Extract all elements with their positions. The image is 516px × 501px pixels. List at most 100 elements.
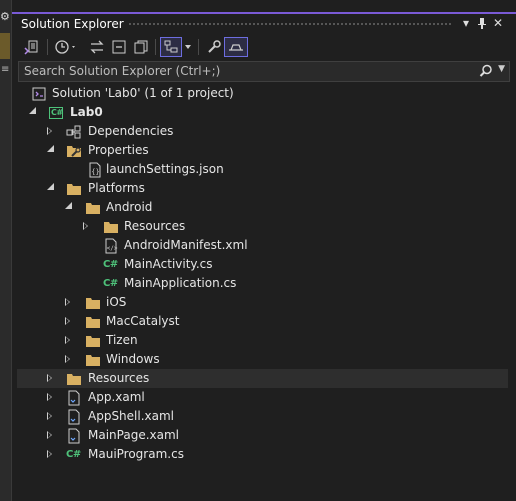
ios-label: iOS (106, 295, 127, 309)
collapsed-chevron-icon[interactable] (65, 317, 70, 325)
search-input[interactable]: Search Solution Explorer (Ctrl+;) (24, 64, 220, 78)
collapsed-chevron-icon[interactable] (65, 336, 70, 344)
tree-row-mainpage-xaml[interactable]: MainPage.xaml (17, 426, 508, 445)
tree-row-mainactivity[interactable]: C# MainActivity.cs (17, 255, 508, 274)
tree-row-maccatalyst[interactable]: MacCatalyst (17, 312, 508, 331)
toolbar-separator (47, 39, 48, 55)
platforms-label: Platforms (88, 181, 145, 195)
close-icon[interactable]: ✕ (490, 15, 506, 32)
panel-title: Solution Explorer (21, 17, 124, 31)
collapsed-chevron-icon[interactable] (47, 374, 52, 382)
tree-row-launchsettings[interactable]: {} launchSettings.json (17, 160, 508, 179)
tree-row-platforms[interactable]: Platforms (17, 179, 508, 198)
xml-file-icon: </> (103, 238, 119, 254)
tree-row-android-resources[interactable]: Resources (17, 217, 508, 236)
tree-row-app-xaml[interactable]: App.xaml (17, 388, 508, 407)
dependencies-icon (66, 124, 82, 140)
search-icon[interactable] (479, 64, 493, 81)
dependencies-label: Dependencies (88, 124, 174, 138)
appshell-xaml-label: AppShell.xaml (88, 409, 175, 423)
search-options-dropdown[interactable]: ▼ (498, 64, 505, 74)
title-grip[interactable] (128, 22, 452, 27)
folder-icon (85, 314, 101, 330)
toolbar-separator (198, 39, 199, 55)
collapsed-chevron-icon[interactable] (47, 431, 52, 439)
expanded-chevron-icon[interactable] (65, 202, 72, 209)
left-edge-strip: ⚙ ≡ (0, 0, 12, 501)
search-box[interactable]: Search Solution Explorer (Ctrl+;) ▼ (18, 61, 510, 82)
xaml-file-icon (66, 428, 82, 444)
window-position-dropdown[interactable]: ▾ (458, 15, 474, 32)
pin-icon[interactable] (474, 15, 490, 32)
tree-row-androidmanifest[interactable]: </> AndroidManifest.xml (17, 236, 508, 255)
mauiprogram-label: MauiProgram.cs (88, 447, 184, 461)
tree-row-mainapplication[interactable]: C# MainApplication.cs (17, 274, 508, 293)
tree-row-tizen[interactable]: Tizen (17, 331, 508, 350)
tree-row-android[interactable]: Android (17, 198, 508, 217)
home-sync-icon[interactable] (22, 37, 42, 57)
xaml-file-icon (66, 390, 82, 406)
preview-icon[interactable] (224, 37, 248, 57)
tree-row-project[interactable]: C# Lab0 (17, 103, 508, 122)
tree-row-properties[interactable]: Properties (17, 141, 508, 160)
collapsed-chevron-icon[interactable] (47, 127, 52, 135)
resources-label: Resources (88, 371, 150, 385)
sync-icon[interactable] (88, 37, 106, 57)
xaml-file-icon (66, 409, 82, 425)
pinned-tab-marker[interactable] (0, 33, 10, 59)
csharp-project-icon: C# (49, 107, 63, 119)
expanded-chevron-icon[interactable] (29, 107, 36, 114)
svg-text:</>: </> (107, 245, 118, 252)
tree-row-resources[interactable]: Resources (17, 369, 508, 388)
collapsed-chevron-icon[interactable] (47, 450, 52, 458)
collapsed-chevron-icon[interactable] (83, 222, 88, 230)
toolbar (12, 34, 516, 60)
toolbar-separator (155, 39, 156, 55)
mainactivity-label: MainActivity.cs (124, 257, 213, 271)
folder-icon (103, 219, 119, 235)
csharp-file-icon: C# (103, 278, 118, 289)
tizen-label: Tizen (106, 333, 138, 347)
folder-icon (85, 295, 101, 311)
solution-label: Solution 'Lab0' (1 of 1 project) (52, 86, 234, 100)
windows-label: Windows (106, 352, 160, 366)
expanded-chevron-icon[interactable] (47, 145, 54, 152)
folder-icon (66, 181, 82, 197)
lines-icon: ≡ (1, 64, 10, 75)
mainapplication-label: MainApplication.cs (124, 276, 237, 290)
tree-row-appshell-xaml[interactable]: AppShell.xaml (17, 407, 508, 426)
collapsed-chevron-icon[interactable] (65, 355, 70, 363)
folder-icon (85, 333, 101, 349)
mainpage-xaml-label: MainPage.xaml (88, 428, 179, 442)
gear-icon[interactable]: ⚙ (0, 11, 10, 22)
json-file-icon: {} (87, 162, 103, 178)
csharp-file-icon: C# (66, 449, 81, 460)
android-label: Android (106, 200, 153, 214)
tree-row-dependencies[interactable]: Dependencies (17, 122, 508, 141)
csharp-file-icon: C# (103, 259, 118, 270)
collapsed-chevron-icon[interactable] (65, 298, 70, 306)
properties-icon[interactable] (204, 37, 224, 57)
android-resources-label: Resources (124, 219, 186, 233)
history-icon[interactable] (53, 37, 79, 57)
androidmanifest-label: AndroidManifest.xml (124, 238, 248, 252)
collapsed-chevron-icon[interactable] (47, 393, 52, 401)
collapse-all-icon[interactable] (110, 37, 128, 57)
collapsed-chevron-icon[interactable] (47, 412, 52, 420)
expanded-chevron-icon[interactable] (47, 183, 54, 190)
title-bar: Solution Explorer ▾ ✕ (12, 12, 516, 34)
filter-dropdown-icon[interactable] (183, 37, 193, 57)
launchsettings-label: launchSettings.json (106, 162, 224, 176)
folder-icon (85, 352, 101, 368)
filter-icon[interactable] (160, 37, 182, 57)
maccatalyst-label: MacCatalyst (106, 314, 180, 328)
project-label: Lab0 (70, 105, 103, 119)
tree-row-ios[interactable]: iOS (17, 293, 508, 312)
copy-icon[interactable] (132, 37, 150, 57)
tree-row-mauiprogram[interactable]: C# MauiProgram.cs (17, 445, 508, 464)
folder-icon (66, 371, 82, 387)
properties-folder-icon (66, 143, 82, 159)
solution-icon (31, 86, 47, 102)
tree-row-solution[interactable]: Solution 'Lab0' (1 of 1 project) (17, 84, 508, 103)
tree-row-windows[interactable]: Windows (17, 350, 508, 369)
